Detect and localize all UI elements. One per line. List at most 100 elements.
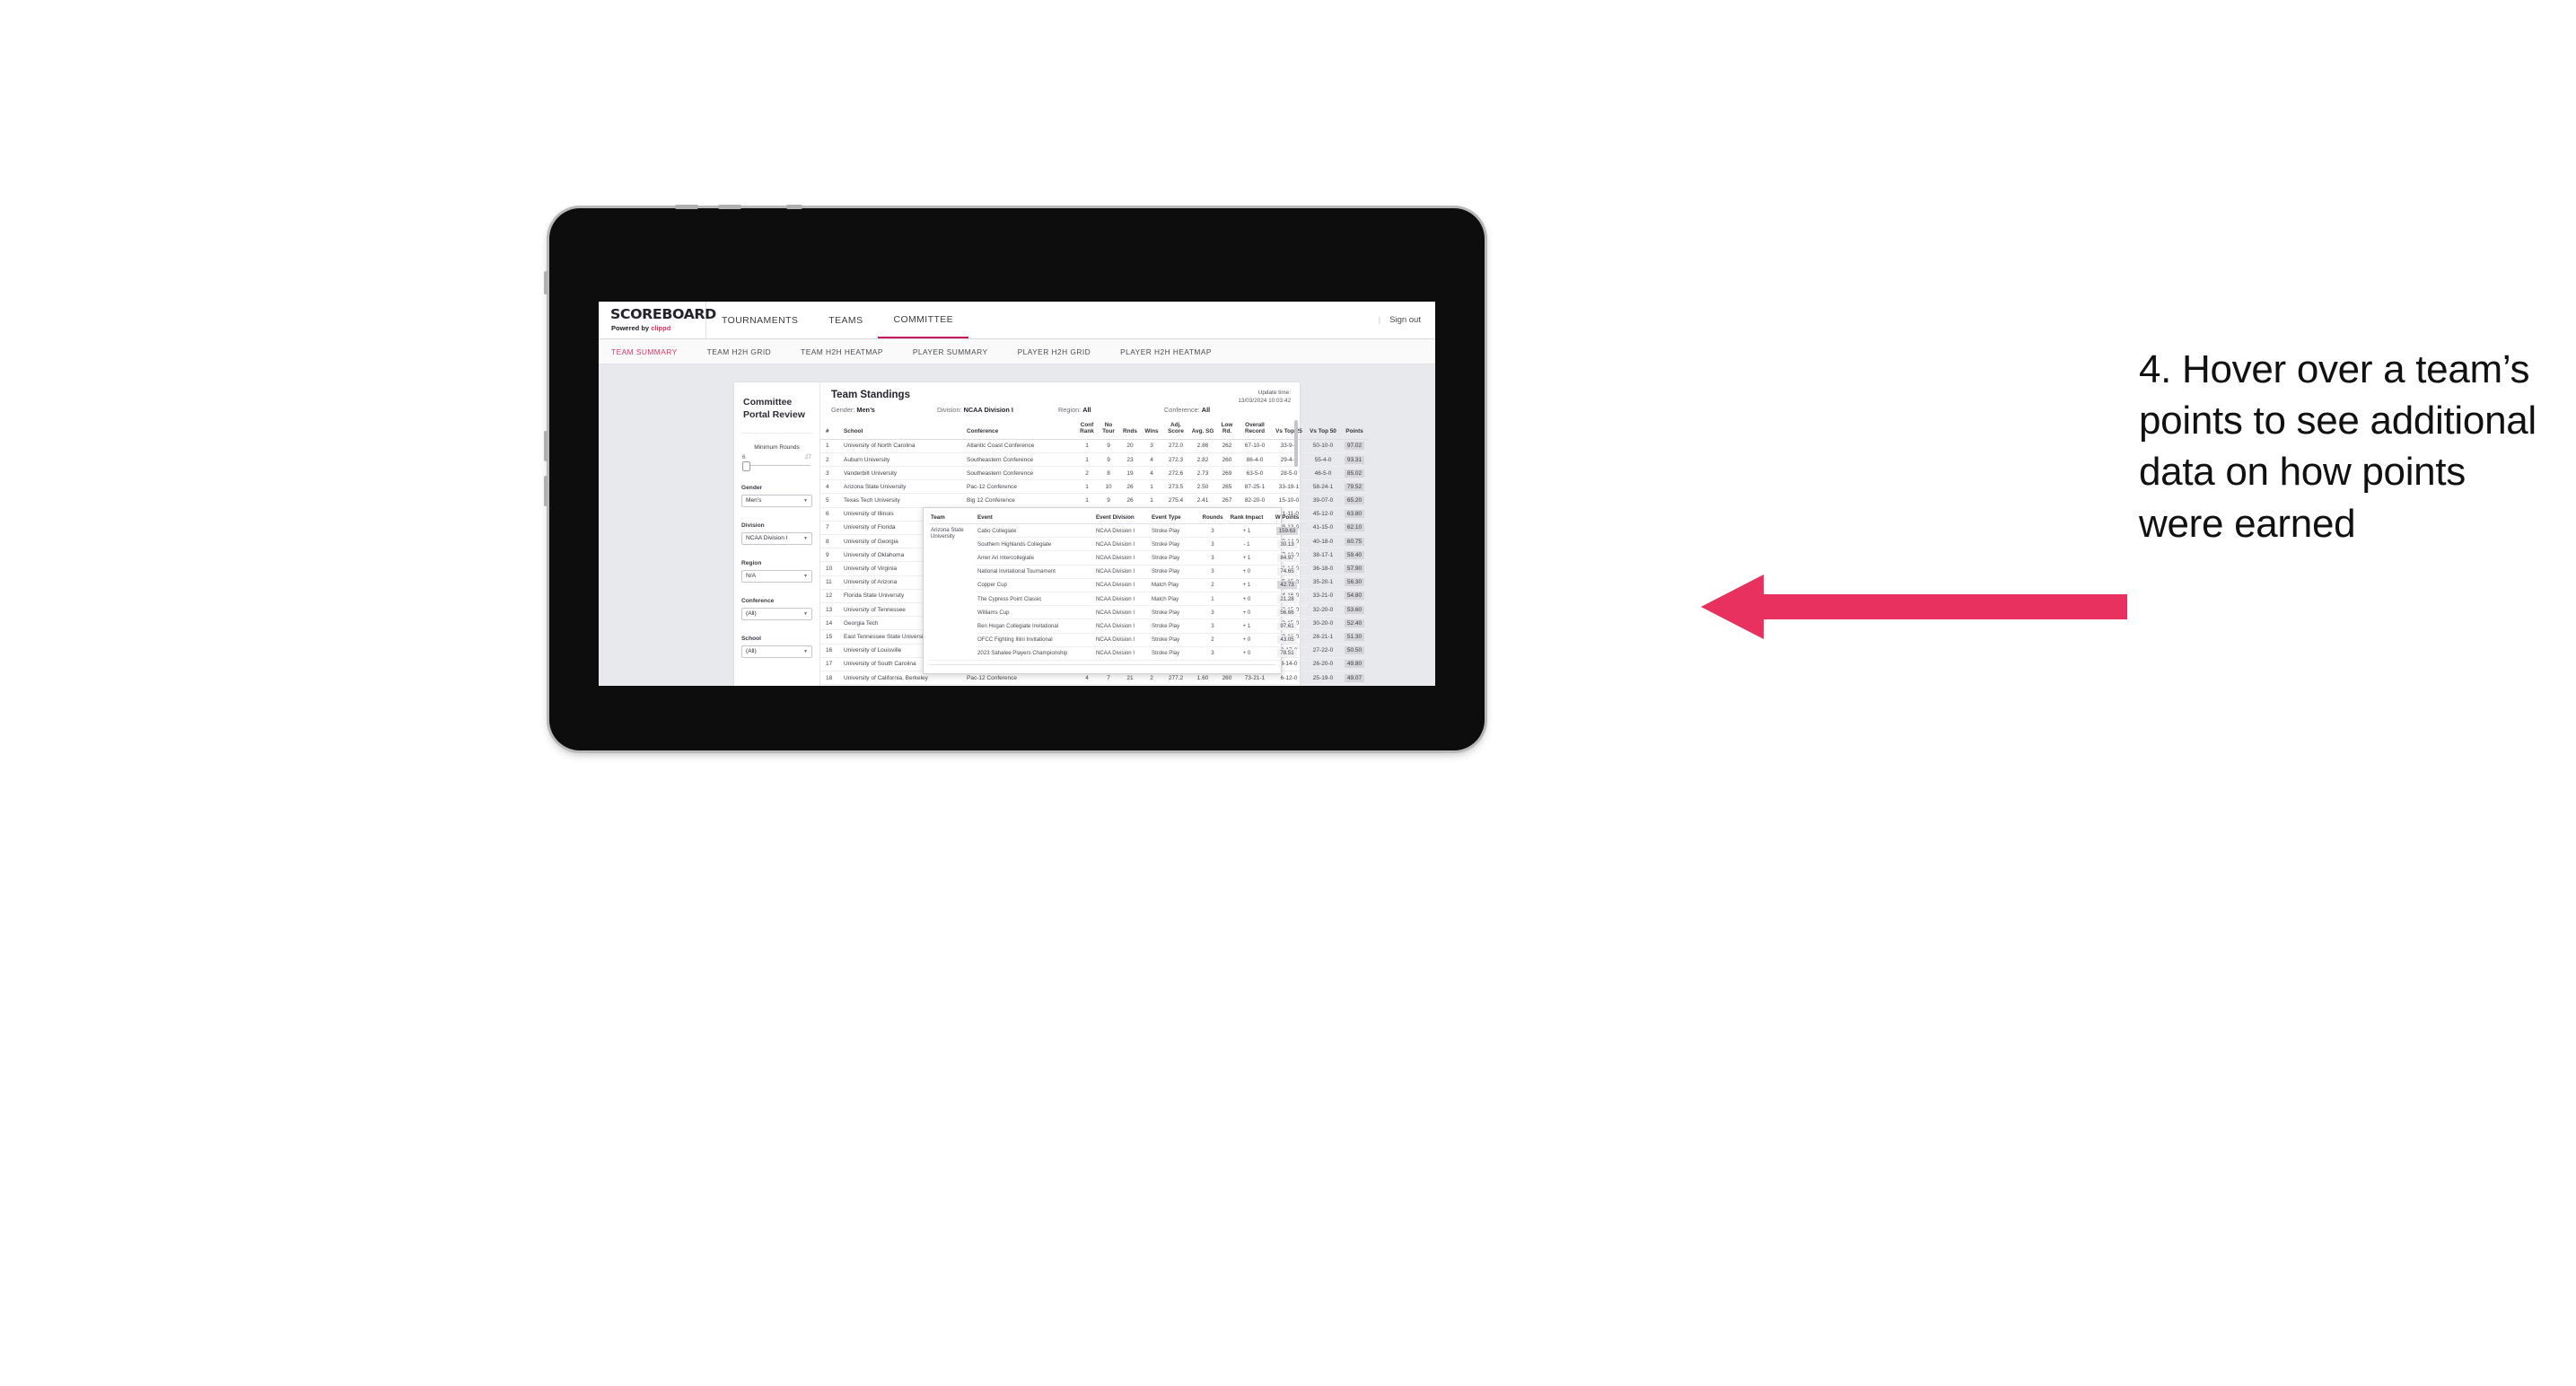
cell-points[interactable]: 63.80 (1340, 507, 1369, 522)
subtab-player-summary[interactable]: PLAYER SUMMARY (913, 347, 1003, 356)
tooltip-row: Copper Cup NCAA Division I Match Play 2 + 1 4… (929, 578, 1308, 592)
tt-col-w-points: W Points (1266, 512, 1308, 524)
col-points[interactable]: Points (1340, 418, 1369, 440)
tooltip-impact: + 0 (1227, 592, 1266, 607)
cell-t50: 29-27-3 (1306, 684, 1340, 686)
tooltip-impact: + 0 (1227, 605, 1266, 620)
tooltip-w-points-value: 159.63 (1275, 526, 1299, 535)
min-rounds-control: Minimum Rounds 6 27 (741, 444, 812, 471)
tooltip-rounds: 3 (1198, 523, 1227, 539)
tooltip-rounds: 2 (1198, 578, 1227, 592)
cell-crank: 1 (1076, 452, 1098, 468)
cell-points[interactable]: 79.52 (1340, 479, 1369, 495)
points-value: 59.40 (1344, 550, 1365, 559)
table-row[interactable]: 4 Arizona State University Pac-12 Conferen… (820, 479, 1369, 495)
tablet-top-button-2 (718, 205, 741, 209)
subtab-team-h2h-grid[interactable]: TEAM H2H GRID (707, 347, 786, 356)
tooltip-type: Stroke Play (1150, 646, 1198, 661)
tooltip-rounds: 3 (1198, 646, 1227, 661)
cell-t50: 25-19-0 (1306, 671, 1340, 686)
filter-conference-select[interactable]: (All) ▼ (741, 607, 812, 620)
cell-n: 6 (820, 507, 842, 522)
min-rounds-slider[interactable] (741, 461, 812, 471)
col-adj-score[interactable]: Adj. Score (1162, 418, 1189, 440)
cell-n: 18 (820, 671, 842, 686)
tooltip-w-points: 78.51 (1266, 646, 1308, 661)
filter-division-select[interactable]: NCAA Division I ▼ (741, 531, 812, 545)
cell-points[interactable]: 52.40 (1340, 616, 1369, 631)
slider-track (743, 464, 810, 467)
cell-points[interactable]: 65.20 (1340, 493, 1369, 508)
cell-points[interactable]: 54.80 (1340, 589, 1369, 603)
cell-points[interactable]: 57.90 (1340, 561, 1369, 576)
cell-points[interactable]: 50.50 (1340, 644, 1369, 658)
sign-out-link[interactable]: Sign out (1389, 315, 1421, 325)
table-row[interactable]: 19University of TexasBig 12 Conference37… (820, 684, 1369, 686)
col-conference[interactable]: Conference (965, 418, 1076, 440)
cell-points[interactable]: 59.40 (1340, 548, 1369, 563)
tooltip-w-points: 30.13 (1266, 537, 1308, 552)
points-value: 53.60 (1344, 605, 1365, 614)
subtab-team-h2h-heatmap[interactable]: TEAM H2H HEATMAP (801, 347, 898, 356)
subtab-player-h2h-heatmap[interactable]: PLAYER H2H HEATMAP (1120, 347, 1227, 356)
cell-points[interactable]: 49.80 (1340, 657, 1369, 671)
col-conf-rank[interactable]: Conf Rank (1076, 418, 1098, 440)
table-row[interactable]: 1 University of North Carolina Atlantic Co… (820, 439, 1369, 453)
cell-points[interactable]: 93.31 (1340, 452, 1369, 468)
table-row[interactable]: 3 Vanderbilt University Southeastern Confe… (820, 466, 1369, 481)
col-rnds[interactable]: Rnds (1119, 418, 1141, 440)
brand-logo[interactable]: SCOREBOARD Powered by clippd (599, 302, 716, 338)
chevron-down-icon: ▼ (803, 573, 808, 579)
cell-points[interactable]: 60.75 (1340, 534, 1369, 549)
col-wins[interactable]: Wins (1141, 418, 1162, 440)
cell-points[interactable]: 56.30 (1340, 575, 1369, 590)
cell-n: 10 (820, 561, 842, 576)
cell-points[interactable]: 85.02 (1340, 466, 1369, 481)
topnav-right: | Sign out (1379, 302, 1435, 338)
chevron-down-icon: ▼ (803, 535, 808, 541)
tooltip-rounds: 3 (1198, 565, 1227, 579)
tooltip-division: NCAA Division I (1094, 523, 1150, 539)
cell-rnds: 20 (1119, 684, 1141, 686)
filter-chip-region-value: All (1082, 406, 1091, 414)
col-low-rd[interactable]: Low Rd. (1216, 418, 1238, 440)
points-value: 51.30 (1344, 632, 1365, 641)
col-rank[interactable]: # (820, 418, 842, 440)
col-vs-top-25[interactable]: Vs Top 25 (1272, 418, 1306, 440)
cell-points[interactable]: 53.60 (1340, 602, 1369, 618)
nav-item-tournaments[interactable]: TOURNAMENTS (706, 302, 813, 338)
nav-item-committee[interactable]: COMMITTEE (878, 302, 969, 338)
cell-points[interactable]: 62.10 (1340, 521, 1369, 536)
slider-knob[interactable] (742, 461, 750, 471)
cell-points[interactable]: 51.30 (1340, 629, 1369, 645)
col-overall-record[interactable]: Overall Record (1238, 418, 1272, 440)
col-school[interactable]: School (842, 418, 965, 440)
subtab-player-h2h-grid[interactable]: PLAYER H2H GRID (1018, 347, 1107, 356)
table-row[interactable]: 5 Texas Tech University Big 12 Conference 1… (820, 493, 1369, 508)
tooltip-header-row: Team Event Event Division Event Type Rou… (929, 512, 1308, 524)
table-scrollbar[interactable] (1294, 420, 1298, 467)
col-vs-top-50[interactable]: Vs Top 50 (1306, 418, 1340, 440)
table-row[interactable]: 2 Auburn University Southeastern Conferenc… (820, 452, 1369, 468)
tooltip-impact: - 1 (1227, 537, 1266, 552)
filter-region-select[interactable]: N/A ▼ (741, 569, 812, 583)
points-value: 49.80 (1344, 660, 1365, 669)
col-avg-sg[interactable]: Avg. SG (1189, 418, 1216, 440)
tt-col-event: Event (976, 512, 1094, 524)
cell-points[interactable]: 48.70 (1340, 684, 1369, 686)
subtab-team-summary[interactable]: TEAM SUMMARY (611, 347, 693, 356)
cell-t50: 26-20-0 (1306, 657, 1340, 671)
tooltip-division: NCAA Division I (1094, 646, 1150, 661)
col-no-tour[interactable]: No Tour (1098, 418, 1119, 440)
tooltip-type: Match Play (1150, 578, 1198, 592)
filter-school-value: (All) (746, 648, 757, 655)
filter-school-select[interactable]: (All) ▼ (741, 645, 812, 658)
nav-item-teams[interactable]: TEAMS (813, 302, 878, 338)
tooltip-w-points-value: 56.66 (1277, 608, 1297, 617)
filter-chip-conference: Conference: All (1164, 406, 1210, 414)
tooltip-division: NCAA Division I (1094, 605, 1150, 620)
cell-points[interactable]: 97.02 (1340, 439, 1369, 453)
filter-gender-select[interactable]: Men’s ▼ (741, 494, 812, 507)
cell-points[interactable]: 49.07 (1340, 671, 1369, 686)
cell-low: 269 (1216, 466, 1238, 481)
